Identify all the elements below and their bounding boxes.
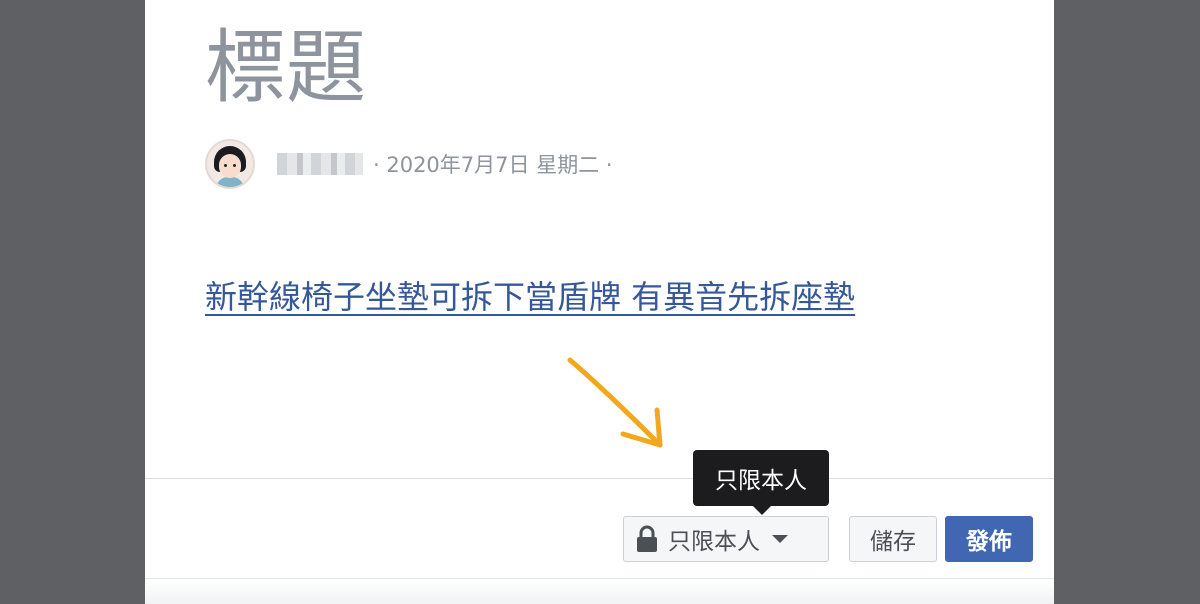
note-editor-page: 標題 · 2020年7月7日 星期二 · 新幹線椅子坐墊可拆下當盾牌 有異音先拆…: [145, 0, 1054, 604]
caret-down-icon: [772, 535, 788, 543]
article-link[interactable]: 新幹線椅子坐墊可拆下當盾牌 有異音先拆座墊: [205, 272, 855, 318]
avatar[interactable]: [205, 139, 255, 189]
privacy-tooltip: 只限本人: [693, 450, 829, 515]
author-meta: · 2020年7月7日 星期二 ·: [205, 139, 613, 189]
publish-button[interactable]: 發佈: [945, 516, 1033, 562]
lock-icon: [636, 525, 658, 553]
privacy-label: 只限本人: [668, 529, 760, 555]
privacy-selector-button[interactable]: 只限本人: [623, 516, 829, 562]
save-button[interactable]: 儲存: [849, 516, 937, 562]
post-date: · 2020年7月7日 星期二 ·: [373, 153, 613, 177]
footer-divider: [145, 478, 1054, 479]
note-title[interactable]: 標題: [205, 18, 367, 118]
arrow-icon: [567, 357, 663, 448]
author-name-blurred: [277, 153, 363, 175]
footer-bottom-edge: [145, 578, 1054, 604]
